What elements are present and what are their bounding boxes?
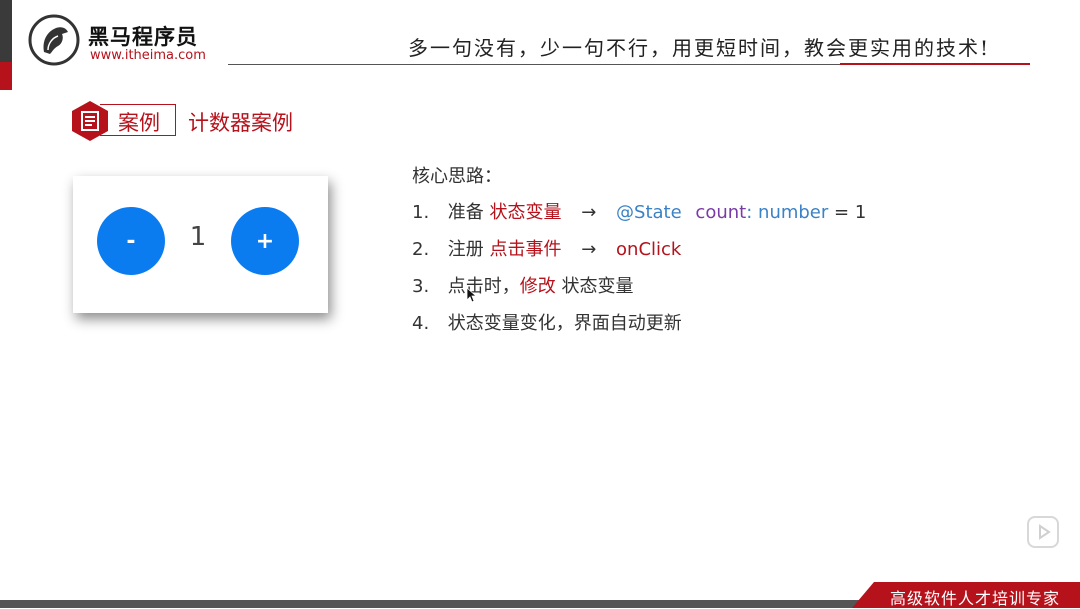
code-handler: onClick <box>616 239 682 260</box>
idea-item-4: 4. 状态变量变化，界面自动更新 <box>412 309 682 335</box>
video-play-icon[interactable] <box>1027 516 1059 548</box>
horse-logo-icon <box>28 14 80 66</box>
brand: 黑马程序员 www.itheima.com <box>28 14 228 66</box>
idea-text: 状态变量变化，界面自动更新 <box>447 313 682 334</box>
left-accent-bar-dark <box>0 0 12 62</box>
idea-text-post: 状态变量 <box>561 276 634 297</box>
count-value: 1 <box>189 222 207 252</box>
idea-keyword: 状态变量 <box>489 202 562 223</box>
code-colon: : <box>746 202 753 223</box>
idea-keyword: 修改 <box>519 276 556 297</box>
code-identifier: count <box>695 202 747 223</box>
decrement-button[interactable]: - <box>97 207 165 275</box>
mouse-cursor-icon <box>466 287 478 303</box>
idea-keyword: 点击事件 <box>489 239 562 260</box>
footer-tag-text: 高级软件人才培训专家 <box>890 589 1061 608</box>
arrow-icon: → <box>581 202 597 223</box>
code-type: number <box>758 202 829 223</box>
left-accent-bar-red <box>0 62 12 90</box>
idea-text: 点击时， <box>447 276 520 297</box>
case-tag-label: 案例 <box>118 111 160 135</box>
code-assign: = 1 <box>834 202 867 223</box>
idea-item-1: 1. 准备 状态变量 → @State count: number = 1 <box>412 198 866 224</box>
idea-number: 4. <box>412 313 430 334</box>
idea-number: 2. <box>412 239 430 260</box>
slogan: 多一句没有，少一句不行，用更短时间，教会更实用的技术! <box>408 36 991 60</box>
increment-button[interactable]: + <box>231 207 299 275</box>
section-title: 计数器案例 <box>188 111 293 135</box>
brand-url: www.itheima.com <box>90 48 206 63</box>
ideas-title: 核心思路： <box>412 166 502 187</box>
idea-number: 3. <box>412 276 430 297</box>
brand-name: 黑马程序员 <box>88 25 198 49</box>
idea-text: 注册 <box>447 239 484 260</box>
code-decorator: @State <box>616 202 682 223</box>
header-divider-accent <box>840 63 1030 65</box>
idea-item-2: 2. 注册 点击事件 → onClick <box>412 235 681 261</box>
counter-preview-card: - 1 + <box>73 176 328 313</box>
play-triangle-icon <box>1039 524 1051 540</box>
idea-number: 1. <box>412 202 430 223</box>
arrow-icon: → <box>581 239 597 260</box>
idea-text: 准备 <box>447 202 484 223</box>
idea-item-3: 3. 点击时，修改 状态变量 <box>412 272 633 298</box>
header-divider <box>228 64 840 65</box>
